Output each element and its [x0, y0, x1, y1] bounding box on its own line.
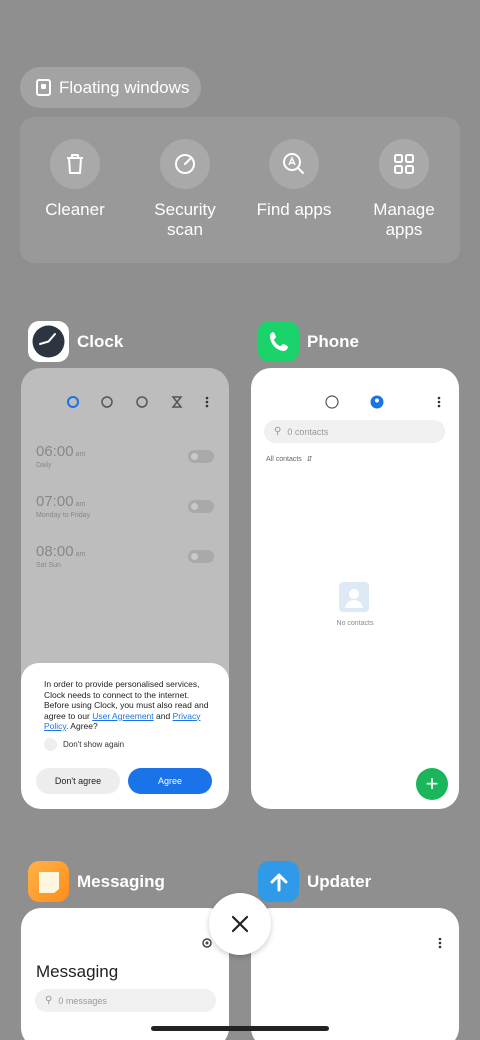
messaging-app-name: Messaging: [77, 871, 165, 891]
settings-gear-icon: [202, 938, 212, 948]
find-apps-label: Find apps: [256, 200, 332, 219]
clock-app-header[interactable]: Clock: [28, 321, 123, 362]
floating-window-icon: [36, 79, 51, 96]
alarm-time: 07:00: [36, 493, 74, 510]
filter-label: All contacts: [266, 456, 302, 463]
messaging-app-header[interactable]: Messaging: [28, 861, 165, 902]
alarm-item[interactable]: 07:00 am Monday to Friday: [36, 493, 90, 519]
phone-app-icon: [258, 321, 299, 362]
dialog-text-and: and: [156, 710, 171, 721]
phone-tabs: [325, 395, 441, 409]
search-icon: ⚲: [45, 995, 53, 1006]
clock-recent-card[interactable]: 06:00 am Daily 07:00 am Monday to Friday 0…: [21, 368, 229, 809]
alarm-ampm: am: [75, 451, 86, 458]
cleaner-button[interactable]: Cleaner: [25, 139, 125, 220]
close-all-button[interactable]: [209, 893, 271, 955]
contact-placeholder-icon: [339, 582, 369, 612]
clock-app-icon: [28, 321, 69, 362]
phone-app-header[interactable]: Phone: [258, 321, 359, 362]
security-scan-button[interactable]: Security scan: [135, 139, 235, 240]
quick-tools-panel: Cleaner Security scan Find apps Manage a…: [20, 117, 460, 263]
phone-app-name: Phone: [307, 331, 359, 351]
user-agreement-link[interactable]: User Agreement: [92, 711, 153, 721]
alarm-item[interactable]: 06:00 am Daily: [36, 443, 85, 469]
alarm-repeat: Monday to Friday: [36, 512, 91, 519]
find-apps-icon: [269, 139, 319, 189]
security-scan-label: Security scan: [154, 200, 216, 239]
alarm-toggle[interactable]: [188, 550, 214, 563]
contacts-search-input[interactable]: ⚲ 0 contacts: [264, 420, 445, 443]
updater-app-icon: [258, 861, 299, 902]
alarm-time: 06:00: [36, 443, 74, 460]
updater-app-name: Updater: [307, 871, 372, 891]
dont-agree-button[interactable]: Don't agree: [36, 768, 120, 794]
search-placeholder: 0 messages: [58, 995, 107, 1006]
plus-icon: +: [425, 771, 439, 796]
checkbox-circle: [44, 737, 57, 751]
internet-consent-dialog: In order to provide personalised service…: [21, 663, 229, 809]
trash-icon: [50, 139, 100, 189]
grid-icon: [379, 139, 429, 189]
close-icon: [231, 915, 249, 933]
floating-windows-button[interactable]: Floating windows: [20, 67, 201, 108]
alarm-repeat: Daily: [36, 462, 52, 469]
updater-app-header[interactable]: Updater: [258, 861, 371, 902]
dont-show-again-checkbox[interactable]: Don't show again: [44, 737, 214, 751]
cleaner-label: Cleaner: [45, 200, 105, 219]
search-placeholder: 0 contacts: [287, 426, 329, 437]
manage-apps-button[interactable]: Manage apps: [354, 139, 454, 240]
messages-search-input[interactable]: ⚲ 0 messages: [35, 989, 216, 1012]
dialog-text-end: . Agree?: [66, 721, 98, 731]
alarm-repeat: Sat Sun: [36, 562, 61, 569]
home-indicator[interactable]: [151, 1026, 329, 1031]
alarm-toggle[interactable]: [188, 450, 214, 463]
security-scan-icon: [160, 139, 210, 189]
alarm-toggle[interactable]: [188, 500, 214, 513]
floating-windows-label: Floating windows: [59, 77, 190, 97]
add-contact-button[interactable]: +: [416, 768, 448, 800]
phone-recent-card[interactable]: ⚲ 0 contacts All contacts ⇵ No contacts …: [251, 368, 459, 809]
no-contacts-text: No contacts: [336, 620, 374, 627]
manage-apps-label: Manage apps: [373, 200, 435, 239]
search-icon: ⚲: [274, 426, 282, 437]
sort-icon: ⇵: [306, 456, 313, 463]
alarm-item[interactable]: 08:00 am Sat Sun: [36, 543, 85, 569]
clock-app-name: Clock: [77, 331, 124, 351]
clock-tabs: [67, 396, 209, 408]
updater-recent-card[interactable]: [251, 908, 459, 1040]
messaging-app-icon: [28, 861, 69, 902]
alarm-time: 08:00: [36, 543, 74, 560]
all-contacts-filter[interactable]: All contacts ⇵: [266, 455, 313, 463]
dialog-text: In order to provide personalised service…: [44, 679, 214, 732]
alarm-ampm: am: [75, 551, 86, 558]
agree-button[interactable]: Agree: [128, 768, 212, 794]
more-options-icon[interactable]: [438, 937, 442, 949]
messaging-title: Messaging: [36, 962, 119, 981]
messaging-recent-card[interactable]: Messaging ⚲ 0 messages: [21, 908, 229, 1040]
find-apps-button[interactable]: Find apps: [244, 139, 344, 220]
alarm-ampm: am: [75, 501, 86, 508]
dont-show-label: Don't show again: [63, 739, 125, 749]
